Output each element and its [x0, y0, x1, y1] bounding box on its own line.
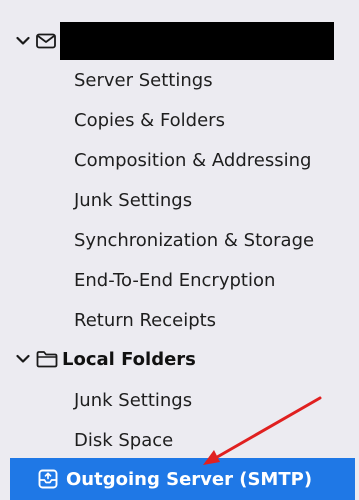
tree-item-outgoing-server[interactable]: Outgoing Server (SMTP) [10, 458, 355, 500]
tree-item-label: Server Settings [74, 69, 213, 91]
tree-item-composition-addressing[interactable]: Composition & Addressing [0, 140, 359, 180]
local-folders-row[interactable]: Local Folders [0, 339, 359, 379]
tree-item-local-junk-settings[interactable]: Junk Settings [0, 380, 359, 420]
account-settings-tree: Server Settings Copies & Folders Composi… [0, 0, 359, 500]
tree-item-label: Junk Settings [74, 189, 193, 211]
tree-item-label: Copies & Folders [74, 109, 225, 131]
tree-item-junk-settings[interactable]: Junk Settings [0, 180, 359, 220]
tree-item-disk-space[interactable]: Disk Space [0, 420, 359, 460]
account-row[interactable] [0, 21, 359, 61]
outgoing-server-label: Outgoing Server (SMTP) [66, 468, 313, 490]
local-folders-label: Local Folders [62, 348, 196, 370]
folder-icon [36, 350, 58, 368]
chevron-down-icon[interactable] [14, 36, 32, 46]
envelope-icon [36, 33, 56, 49]
tree-item-label: Disk Space [74, 429, 174, 451]
tree-item-end-to-end-encryption[interactable]: End-To-End Encryption [0, 260, 359, 300]
tree-item-server-settings[interactable]: Server Settings [0, 60, 359, 100]
tree-item-synchronization-storage[interactable]: Synchronization & Storage [0, 220, 359, 260]
tree-item-label: End-To-End Encryption [74, 269, 276, 291]
tree-item-label: Composition & Addressing [74, 149, 312, 171]
tree-item-label: Return Receipts [74, 309, 217, 331]
tree-item-label: Synchronization & Storage [74, 229, 315, 251]
tree-item-copies-folders[interactable]: Copies & Folders [0, 100, 359, 140]
chevron-down-icon[interactable] [14, 354, 32, 364]
outbox-icon [38, 469, 58, 489]
tree-item-return-receipts[interactable]: Return Receipts [0, 300, 359, 340]
account-name-redacted [60, 22, 334, 60]
tree-item-label: Junk Settings [74, 389, 193, 411]
